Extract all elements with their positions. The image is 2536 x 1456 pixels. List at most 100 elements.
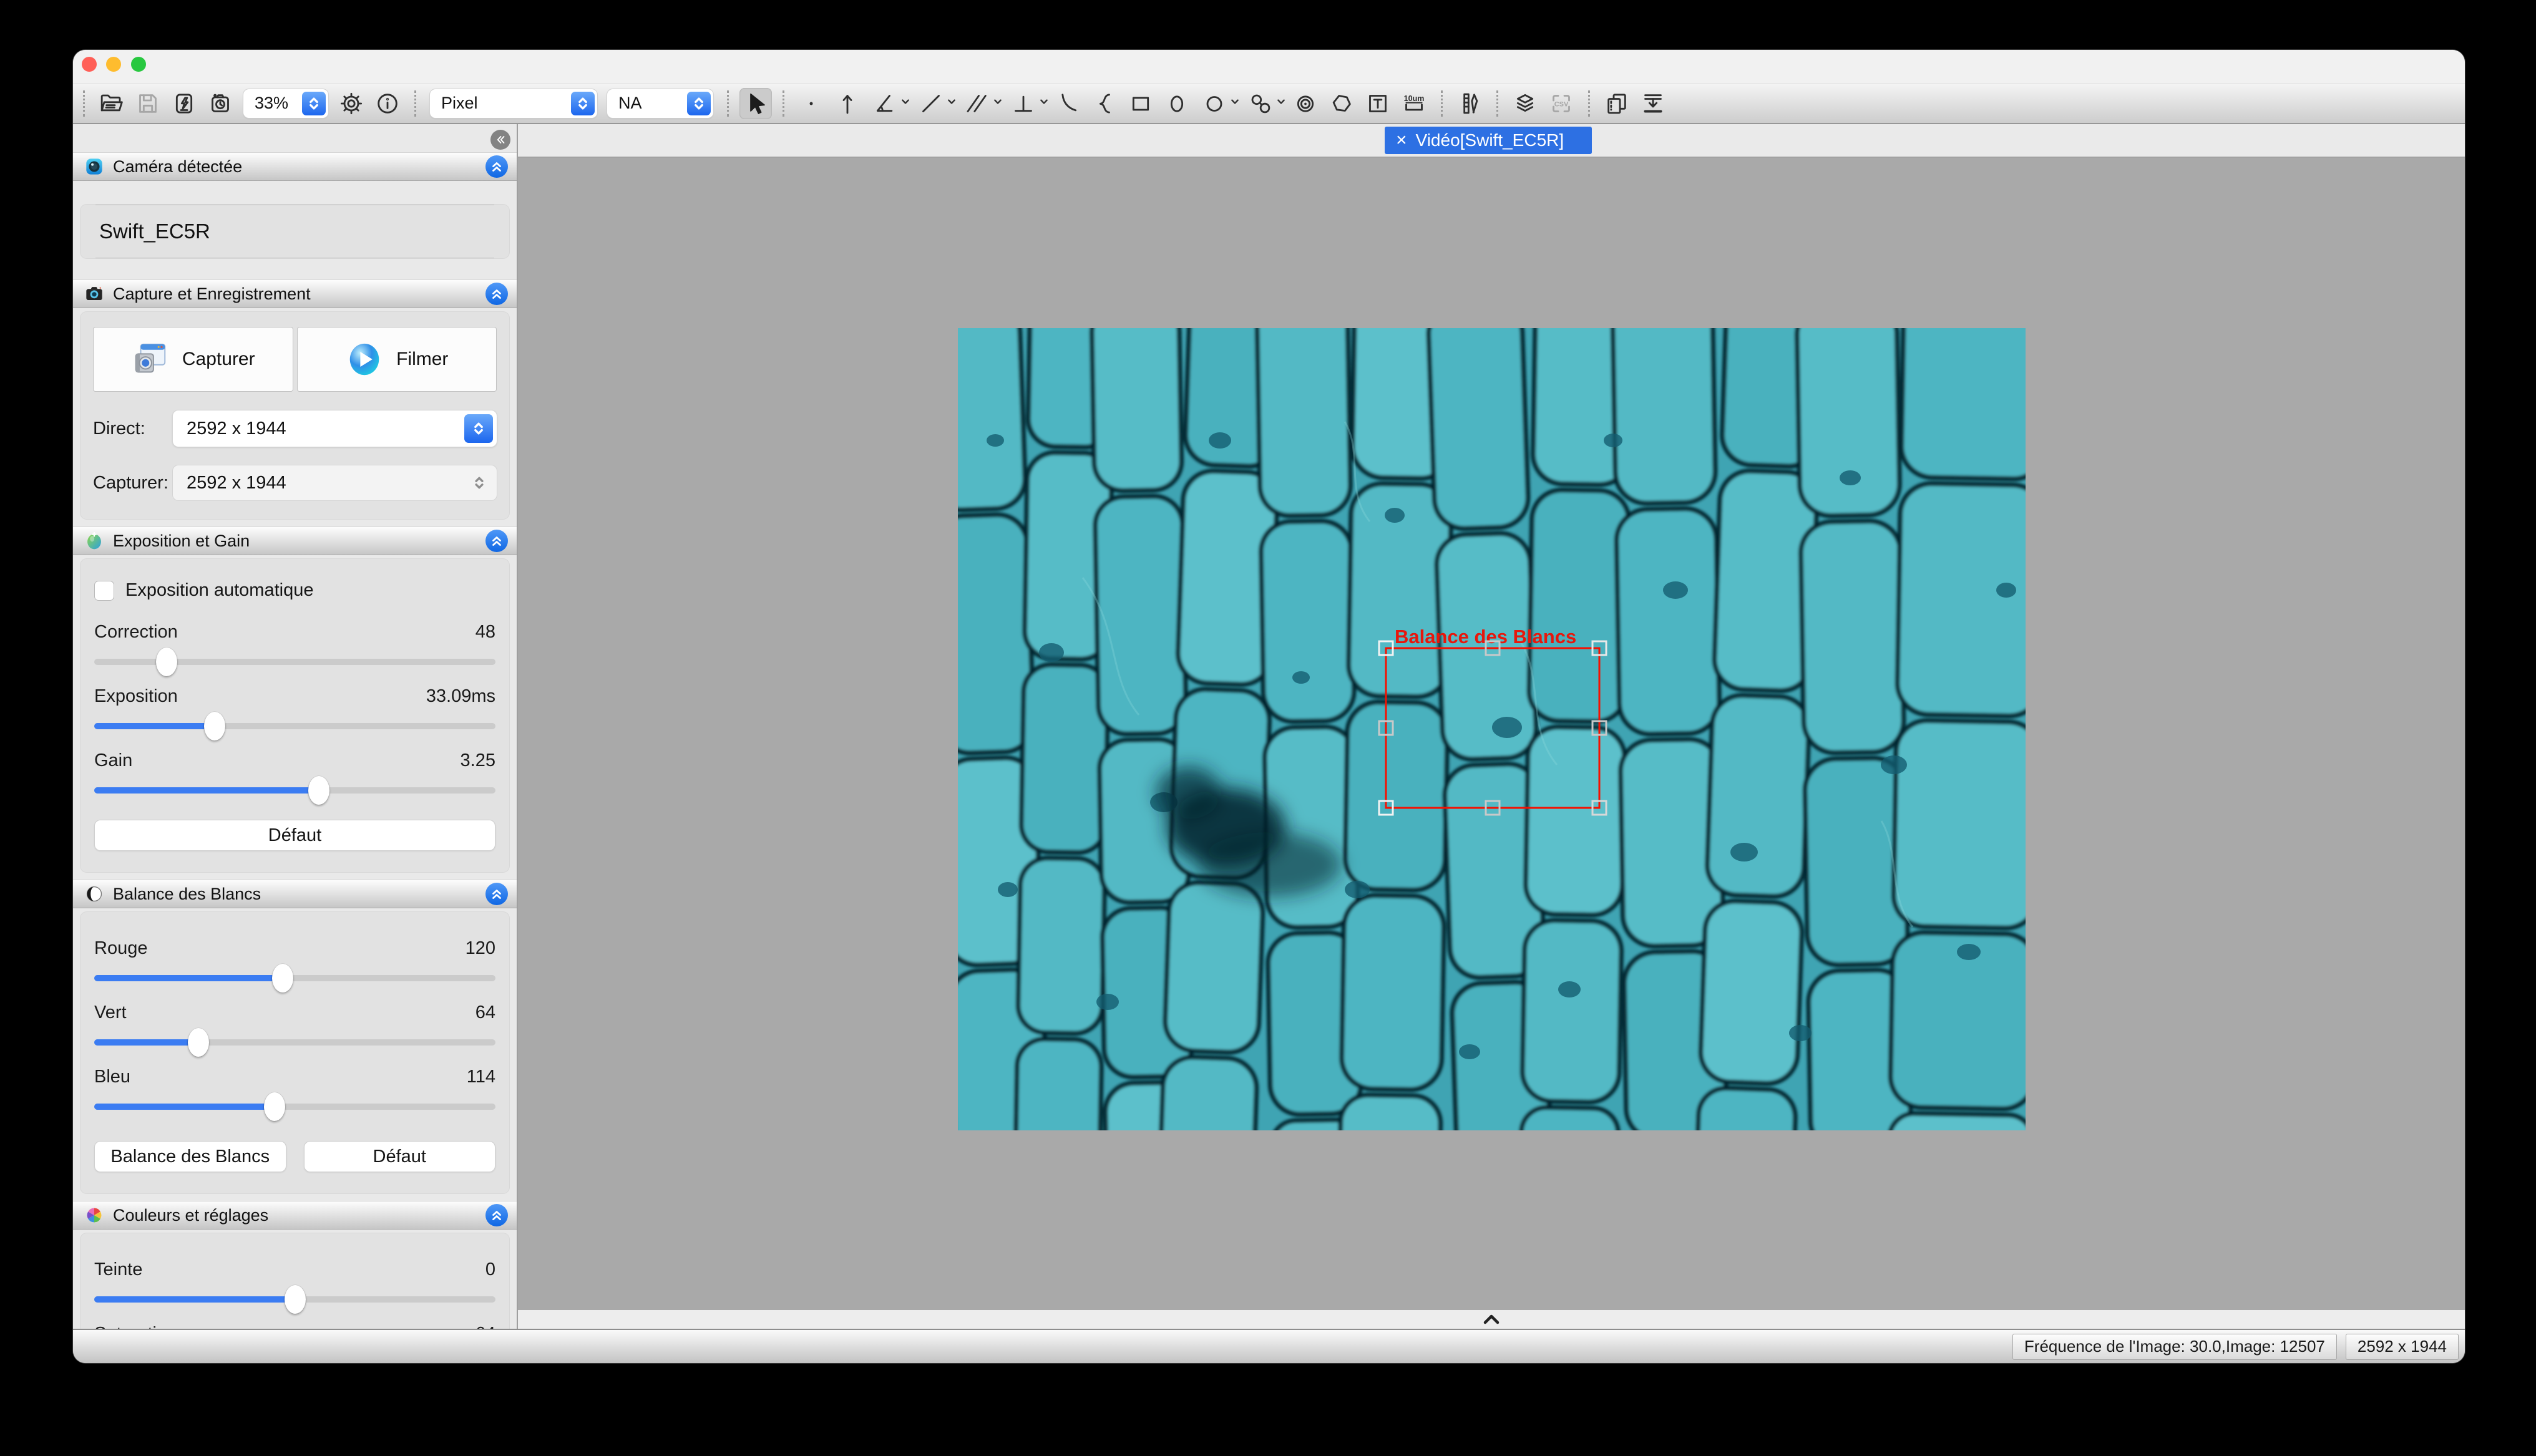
panel-collapse-button[interactable] [485,530,508,552]
stepper-icon[interactable] [471,474,488,492]
circle-tool-group [1196,88,1240,119]
panel-header-colors[interactable]: Couleurs et réglages [73,1201,517,1230]
camera-flash-icon [172,91,197,116]
record-button[interactable]: Filmer [297,327,497,392]
minimize-window-button[interactable] [106,57,121,72]
color-wheel-icon [84,1205,104,1225]
chevron-down-icon[interactable] [1276,97,1286,110]
capture-resolution-select[interactable]: 2592 x 1944 [173,465,497,500]
correction-label: Correction [94,622,178,643]
panel-collapse-button[interactable] [485,1204,508,1226]
blue-slider[interactable] [94,1104,495,1110]
stepper-icon[interactable] [302,92,326,115]
layers-button[interactable] [1509,88,1541,119]
parallel-lines-tool-button[interactable] [961,88,993,119]
close-window-button[interactable] [82,57,97,72]
chevron-down-icon[interactable] [947,97,957,110]
slider-knob[interactable] [272,964,293,993]
whitebalance-panel-body: Rouge 120 Vert 64 [80,912,509,1193]
camera-list-item[interactable]: Swift_EC5R [95,205,494,258]
ellipse-tool-button[interactable] [1161,88,1193,119]
export-image-button[interactable] [1637,88,1669,119]
timelapse-capture-button[interactable] [204,88,237,119]
csv-icon: CSV [1549,91,1574,116]
exposure-slider[interactable] [94,723,495,729]
panel-header-whitebalance[interactable]: Balance des Blancs [73,880,517,908]
slider-knob[interactable] [285,1285,306,1314]
slider-knob[interactable] [308,776,329,805]
bottom-panel-toggle[interactable] [518,1310,2465,1329]
panel-header-capture[interactable]: Capture et Enregistrement [73,279,517,308]
auto-exposure-checkbox[interactable] [94,581,114,601]
concentric-circles-tool-button[interactable] [1289,88,1322,119]
video-tab[interactable]: × Vidéo[Swift_EC5R] [1385,127,1592,154]
perpendicular-tool-button[interactable] [1007,88,1040,119]
slider-knob[interactable] [188,1028,209,1057]
red-slider[interactable] [94,975,495,981]
slider-fill [94,1039,198,1046]
stepper-icon[interactable] [687,92,711,115]
green-slider[interactable] [94,1039,495,1046]
scale-bar-tool-button[interactable]: 10um [1398,88,1430,119]
exposure-default-button[interactable]: Défaut [94,820,495,851]
sidebar-collapse-button[interactable] [490,130,510,150]
content-area: Caméra détectée Swift_EC5R Capture et En… [73,124,2465,1329]
chevron-down-icon[interactable] [1230,97,1240,110]
info-button[interactable] [371,88,404,119]
saturation-value: 64 [476,1324,495,1329]
gain-slider[interactable] [94,787,495,794]
text-tool-button[interactable] [1362,88,1394,119]
magnification-select[interactable]: NA [607,89,713,118]
select-tool-button[interactable] [739,88,772,119]
angle-tool-button[interactable] [869,88,901,119]
panel-collapse-button[interactable] [485,883,508,905]
measure-tool-button[interactable] [1453,88,1486,119]
stepper-icon[interactable] [571,92,595,115]
open-file-button[interactable] [95,88,128,119]
point-tool-button[interactable] [795,88,827,119]
tab-close-icon[interactable]: × [1396,131,1407,150]
hue-label: Teinte [94,1259,142,1280]
export-csv-button[interactable]: CSV [1545,88,1578,119]
rectangle-tool-button[interactable] [1124,88,1157,119]
stepper-icon[interactable] [464,414,493,443]
hue-slider[interactable] [94,1296,495,1303]
unit-select[interactable]: Pixel [430,89,597,118]
arrow-tool-button[interactable] [831,88,864,119]
capture-button[interactable]: Capturer [93,327,293,392]
whitebalance-default-button[interactable]: Défaut [304,1141,496,1172]
curve-tool-button[interactable] [1088,88,1121,119]
parallel-lines-icon [965,91,990,116]
slider-knob[interactable] [264,1092,285,1121]
save-button[interactable] [132,88,164,119]
white-balance-button[interactable]: Balance des Blancs [94,1141,286,1172]
live-resolution-select[interactable]: 2592 x 1944 [173,410,497,447]
polygon-tool-button[interactable] [1325,88,1358,119]
chevron-down-icon[interactable] [993,97,1003,110]
circle-tool-button[interactable] [1198,88,1231,119]
camera-body-icon [84,284,104,304]
zoom-level-select[interactable]: 33% [243,89,328,118]
correction-slider[interactable] [94,659,495,665]
saturation-label: Saturation [94,1324,177,1329]
camera-settings-button[interactable] [168,88,200,119]
slider-knob[interactable] [204,712,225,740]
preferences-button[interactable] [335,88,368,119]
panel-collapse-button[interactable] [485,283,508,305]
double-chevron-up-icon [489,286,504,301]
correction-slider-group: Correction 48 [94,622,495,665]
gear-icon [339,91,364,116]
slider-knob[interactable] [156,648,177,676]
green-value: 64 [476,1002,495,1023]
chevron-down-icon[interactable] [900,97,910,110]
chevron-down-icon[interactable] [1039,97,1049,110]
duplicate-view-button[interactable] [1601,88,1633,119]
zoom-window-button[interactable] [131,57,146,72]
panel-header-camera[interactable]: Caméra détectée [73,152,517,181]
line-tool-button[interactable] [915,88,947,119]
video-canvas[interactable]: Balance des Blancs [518,158,2465,1310]
panel-collapse-button[interactable] [485,155,508,178]
panel-header-exposure[interactable]: Exposition et Gain [73,527,517,555]
linked-circles-tool-button[interactable] [1244,88,1277,119]
arc-tool-button[interactable] [1052,88,1085,119]
